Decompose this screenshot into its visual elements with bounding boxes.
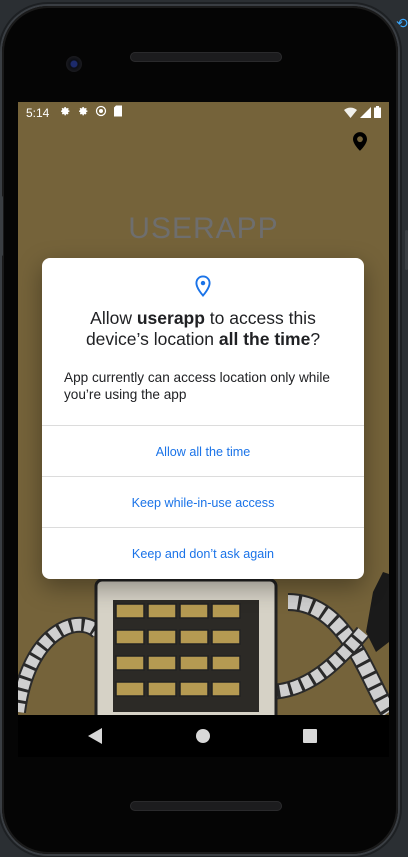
top-speaker (130, 52, 282, 62)
back-icon[interactable] (88, 728, 102, 744)
front-camera (66, 56, 82, 72)
bottom-speaker (130, 801, 282, 811)
emulator-rotate-icon[interactable]: ⟲ (396, 14, 408, 32)
location-pin-icon (195, 275, 211, 297)
dialog-title-prefix: Allow (90, 308, 137, 328)
dialog-title-emphasis: all the time (218, 329, 311, 349)
keep-while-in-use-button[interactable]: Keep while-in-use access (42, 478, 364, 528)
dialog-title: Allow userapp to access this device’s lo… (62, 308, 344, 350)
divider (42, 527, 364, 528)
keep-and-dont-ask-button[interactable]: Keep and don’t ask again (42, 529, 364, 579)
home-icon[interactable] (196, 729, 210, 743)
divider (42, 425, 364, 426)
dialog-title-app: userapp (136, 308, 205, 328)
recents-icon[interactable] (303, 729, 317, 743)
side-key-left (0, 196, 3, 256)
location-permission-dialog: Allow userapp to access this device’s lo… (42, 258, 364, 579)
dialog-body: App currently can access location only w… (64, 370, 330, 402)
allow-all-the-time-button[interactable]: Allow all the time (42, 427, 364, 477)
screen: 5:14 USERAPP Allow userapp to access thi… (18, 102, 389, 715)
navigation-bar (18, 715, 389, 757)
dialog-title-suffix: ? (310, 329, 321, 349)
divider (42, 476, 364, 477)
